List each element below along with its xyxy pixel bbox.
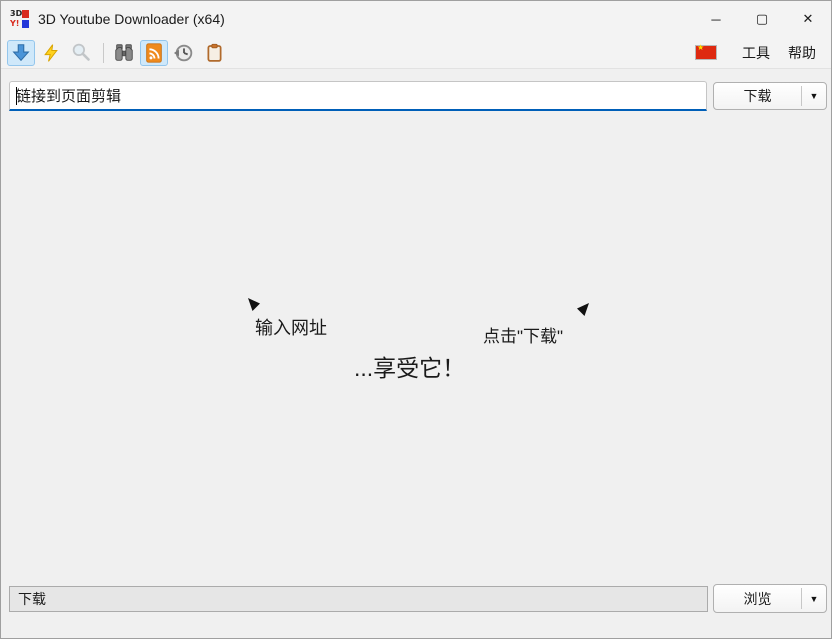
maximize-button[interactable]: ▢ xyxy=(739,1,785,37)
find-button[interactable] xyxy=(110,40,138,66)
menu-help[interactable]: 帮助 xyxy=(779,39,825,67)
window-title: 3D Youtube Downloader (x64) xyxy=(38,11,225,27)
flag-star: ★ xyxy=(697,43,704,52)
clipboard-icon xyxy=(204,42,225,64)
status-label: 下载 xyxy=(18,589,46,609)
download-split-button: 下载 ▼ xyxy=(713,82,827,110)
chevron-down-icon: ▼ xyxy=(810,594,819,604)
chevron-down-icon: ▼ xyxy=(810,91,819,101)
language-flag-icon[interactable]: ★ xyxy=(695,45,717,60)
browse-split-button: 浏览 ▼ xyxy=(713,584,827,613)
lightning-icon xyxy=(41,42,61,64)
hint-click-download: 点击"下载" xyxy=(483,322,563,347)
url-row: 链接到页面剪辑 下载 ▼ xyxy=(1,79,831,115)
hint-enjoy: ...享受它！ xyxy=(354,349,465,383)
download-icon xyxy=(10,42,32,64)
hint-enter-url: 输入网址 xyxy=(255,314,327,340)
app-logo-blue-square xyxy=(22,20,29,28)
url-input-value: 链接到页面剪辑 xyxy=(16,85,121,106)
download-dropdown-button[interactable]: ▼ xyxy=(802,83,826,109)
close-button[interactable]: ✕ xyxy=(785,1,831,37)
app-logo-icon: 3D Y! xyxy=(10,9,30,29)
rss-feed-button[interactable] xyxy=(140,40,168,66)
menu-tools[interactable]: 工具 xyxy=(733,39,779,67)
search-button[interactable] xyxy=(67,40,95,66)
url-input[interactable]: 链接到页面剪辑 xyxy=(9,81,707,111)
pointer-arrow-left-icon xyxy=(247,298,261,313)
window-controls: ─ ▢ ✕ xyxy=(693,1,831,37)
paste-button[interactable] xyxy=(200,40,228,66)
toolbar: ★ 工具 帮助 xyxy=(1,37,831,69)
pointer-arrow-right-icon xyxy=(576,303,590,318)
browse-button[interactable]: 浏览 xyxy=(714,585,801,612)
convert-button[interactable] xyxy=(37,40,65,66)
app-window: 3D Y! 3D Youtube Downloader (x64) ─ ▢ ✕ xyxy=(0,0,832,639)
browse-dropdown-button[interactable]: ▼ xyxy=(802,585,826,612)
magnifier-icon xyxy=(71,42,92,63)
download-button[interactable]: 下载 xyxy=(714,83,801,109)
download-status-bar: 下载 xyxy=(9,586,708,612)
app-logo-y: Y! xyxy=(10,19,21,29)
app-logo-red-square xyxy=(22,10,29,18)
toolbar-separator xyxy=(103,43,104,63)
download-mode-button[interactable] xyxy=(7,40,35,66)
titlebar: 3D Y! 3D Youtube Downloader (x64) ─ ▢ ✕ xyxy=(1,1,831,37)
binoculars-icon xyxy=(113,42,135,64)
main-area: 输入网址 点击"下载" ...享受它！ xyxy=(2,115,830,572)
bottom-row: 下载 浏览 ▼ xyxy=(1,574,831,638)
app-logo-3d: 3D xyxy=(10,9,21,19)
history-button[interactable] xyxy=(170,40,198,66)
toolbar-right: ★ 工具 帮助 xyxy=(695,39,825,67)
history-clock-icon xyxy=(173,42,195,64)
minimize-button[interactable]: ─ xyxy=(693,1,739,37)
rss-feed-icon xyxy=(143,42,165,64)
